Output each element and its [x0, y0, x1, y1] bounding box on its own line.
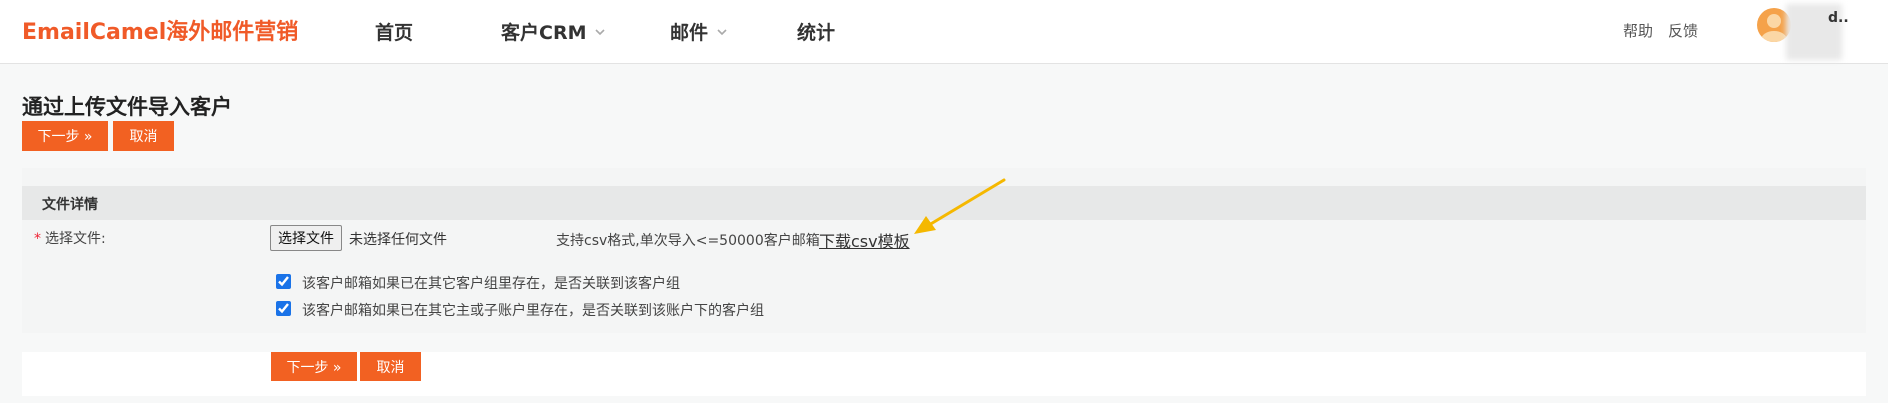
nav-home[interactable]: 首页 [375, 18, 413, 45]
bottom-next-button[interactable]: 下一步 » [271, 352, 357, 381]
checkbox-link-account[interactable] [276, 301, 291, 316]
user-name[interactable]: d.. [1828, 10, 1849, 26]
file-status: 未选择任何文件 [349, 232, 447, 248]
nav-email[interactable]: 邮件 [670, 18, 728, 45]
nav-email-label: 邮件 [670, 22, 709, 44]
required-mark: * [34, 231, 41, 247]
download-template-link[interactable]: 下载csv模板 [819, 228, 910, 252]
format-hint: 支持csv格式,单次导入<=50000客户邮箱 [556, 233, 820, 249]
checkbox-link-account-label[interactable]: 该客户邮箱如果已在其它主或子账户里存在，是否关联到该账户下的客户组 [302, 300, 764, 320]
feedback-link[interactable]: 反馈 [1668, 20, 1698, 41]
page-title: 通过上传文件导入客户 [22, 95, 232, 119]
nav-stats-label: 统计 [797, 22, 836, 44]
app-logo[interactable]: EmailCamel海外邮件营销 [22, 14, 298, 46]
nav-home-label: 首页 [375, 22, 414, 44]
top-navbar: EmailCamel海外邮件营销 首页 客户CRM 邮件 统计 帮助 反馈 d.… [0, 0, 1888, 64]
nav-crm-label: 客户CRM [501, 22, 587, 44]
nav-stats[interactable]: 统计 [797, 18, 835, 45]
annotation-arrow-icon [914, 178, 1006, 234]
chevron-down-icon [717, 28, 727, 35]
help-link[interactable]: 帮助 [1623, 20, 1653, 41]
next-button[interactable]: 下一步 » [22, 121, 108, 151]
chevron-down-icon [595, 28, 606, 35]
file-label-text: 选择文件: [45, 231, 106, 247]
cancel-button[interactable]: 取消 [113, 121, 174, 151]
bottom-cancel-button[interactable]: 取消 [360, 352, 421, 381]
checkbox-link-group-label[interactable]: 该客户邮箱如果已在其它客户组里存在，是否关联到该客户组 [302, 273, 680, 293]
file-field-label: * 选择文件: [34, 228, 106, 248]
nav-crm[interactable]: 客户CRM [501, 18, 606, 45]
choose-file-button[interactable]: 选择文件 [270, 225, 342, 251]
panel-title: 文件详情 [42, 197, 98, 213]
checkbox-link-group[interactable] [276, 274, 291, 289]
